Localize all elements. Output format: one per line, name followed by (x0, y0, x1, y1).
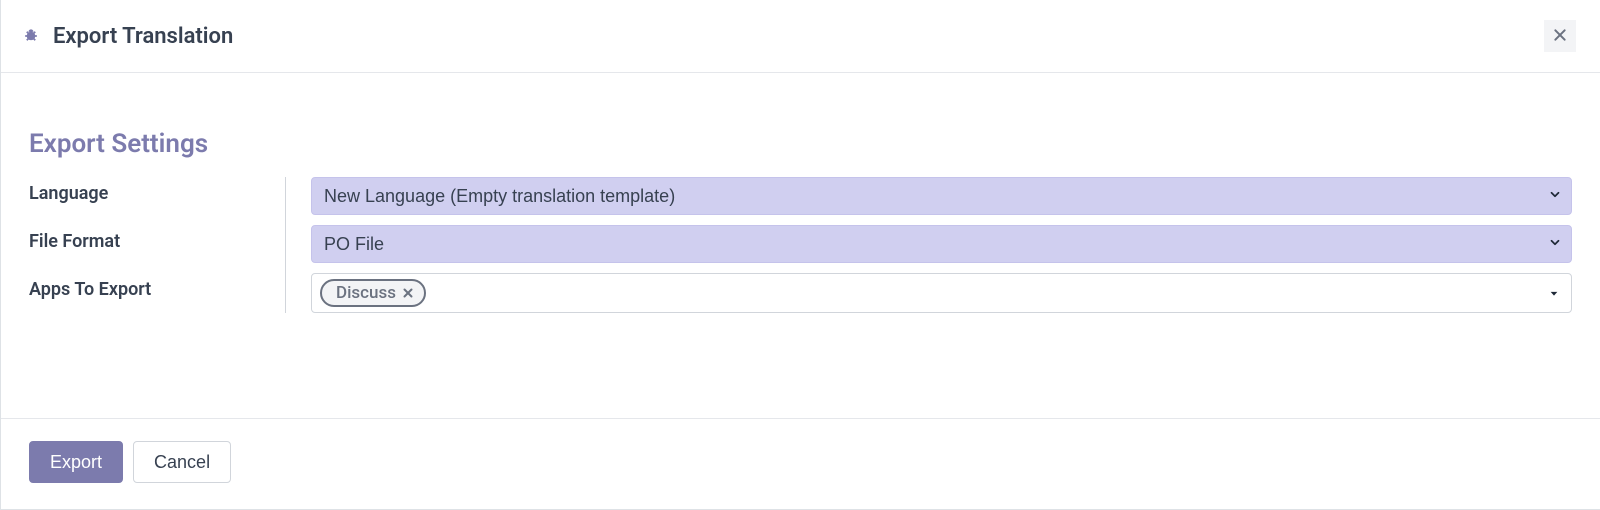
language-select[interactable]: New Language (Empty translation template… (311, 177, 1572, 215)
close-icon (1552, 24, 1568, 48)
export-button[interactable]: Export (29, 441, 123, 483)
app-tag-discuss: Discuss (320, 279, 426, 307)
export-translation-dialog: Export Translation Export Settings Langu… (0, 0, 1600, 510)
dialog-header: Export Translation (1, 0, 1600, 73)
file-format-label: File Format (29, 225, 285, 263)
close-button[interactable] (1544, 20, 1576, 52)
dialog-title: Export Translation (53, 24, 233, 49)
language-cell: New Language (Empty translation template… (291, 177, 1572, 215)
language-label: Language (29, 177, 285, 215)
section-heading: Export Settings (29, 129, 1572, 159)
dialog-title-wrap: Export Translation (21, 24, 233, 49)
app-tag-label: Discuss (336, 283, 396, 303)
form-group: Language New Language (Empty translation… (29, 177, 1572, 313)
apps-to-export-input[interactable]: Discuss (311, 273, 1572, 313)
caret-down-icon (1549, 284, 1559, 303)
dialog-body: Export Settings Language New Language (E… (1, 73, 1600, 418)
bug-icon (21, 26, 41, 46)
remove-tag-button[interactable] (402, 287, 414, 299)
apps-to-export-label: Apps To Export (29, 273, 285, 313)
file-format-select[interactable]: PO File (311, 225, 1572, 263)
cancel-button[interactable]: Cancel (133, 441, 231, 483)
dialog-footer: Export Cancel (1, 418, 1600, 509)
apps-to-export-cell: Discuss (291, 273, 1572, 313)
file-format-select-wrap: PO File (311, 225, 1572, 263)
form-divider (285, 177, 286, 313)
file-format-cell: PO File (291, 225, 1572, 263)
language-select-wrap: New Language (Empty translation template… (311, 177, 1572, 215)
